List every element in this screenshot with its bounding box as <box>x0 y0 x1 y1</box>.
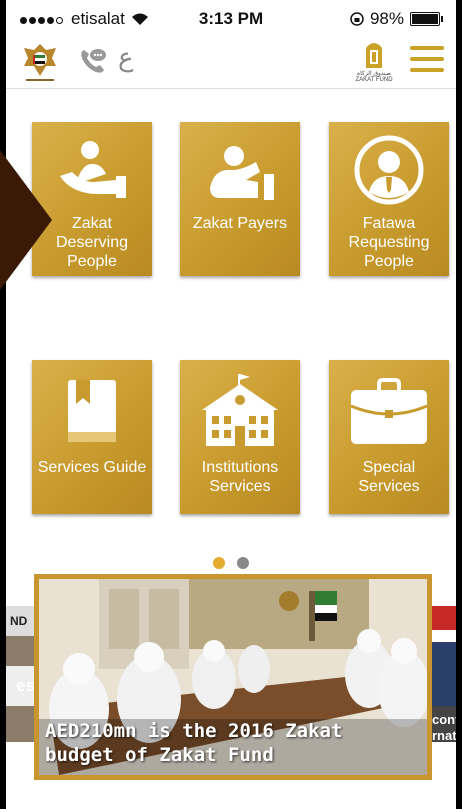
status-bar: etisalat 3:13 PM 98% <box>6 0 456 36</box>
logo-english-text: ZAKAT FUND <box>355 77 393 83</box>
zakat-fund-logo: صندوق الزكاة ZAKAT FUND <box>354 38 394 86</box>
giving-hand-icon <box>210 146 274 200</box>
logo-arabic-text: صندوق الزكاة <box>357 71 391 77</box>
tile-label: Zakat Payers <box>192 215 288 232</box>
school-building-icon <box>202 374 278 446</box>
tile-special-services[interactable]: Special Services <box>329 360 449 514</box>
battery-group: 98% <box>350 9 443 29</box>
tile-label: Fatawa Requesting People <box>348 215 430 270</box>
page-dot-active[interactable] <box>212 557 225 569</box>
news-next-text: cont rnat <box>432 712 456 742</box>
news-card-previous[interactable]: ND es <box>6 606 36 742</box>
person-avatar-icon <box>354 135 424 205</box>
page-indicator[interactable] <box>6 556 456 574</box>
zakat-fund-logo-icon <box>366 43 382 68</box>
news-card-featured[interactable]: AED210mn is the 2016 Zakat budget of Zak… <box>34 574 432 780</box>
page-dot[interactable] <box>237 557 250 569</box>
call-chat-icon[interactable] <box>78 46 108 76</box>
language-toggle-button[interactable]: ع <box>118 42 134 73</box>
tile-label: Zakat Deserving People <box>55 215 129 270</box>
menu-hamburger-icon[interactable] <box>410 46 444 74</box>
tile-fatawa-requesting-people[interactable]: Fatawa Requesting People <box>329 122 449 276</box>
tile-label: Institutions Services <box>201 459 279 495</box>
tile-services-guide[interactable]: Services Guide <box>32 360 152 514</box>
book-icon <box>68 380 116 442</box>
briefcase-icon <box>350 378 428 444</box>
tutorial-pointer-arrow-icon <box>0 150 52 290</box>
battery-icon <box>410 12 443 26</box>
rotation-lock-icon <box>350 12 364 26</box>
app-screen: etisalat 3:13 PM 98% ع صندوق الزكاة ZAKA… <box>6 0 456 809</box>
tile-label: Services Guide <box>37 459 147 476</box>
app-header: ع صندوق الزكاة ZAKAT FUND <box>6 36 456 89</box>
tile-zakat-payers[interactable]: Zakat Payers <box>180 122 300 276</box>
tile-label: Special Services <box>358 459 420 495</box>
news-previous-top-text: ND <box>10 614 28 628</box>
news-card-next[interactable]: cont rnat <box>430 606 456 742</box>
battery-percent: 98% <box>369 9 404 28</box>
uae-emblem-icon <box>24 44 56 81</box>
news-previous-text: es <box>16 676 35 695</box>
news-headline: AED210mn is the 2016 Zakat budget of Zak… <box>45 720 343 766</box>
tile-institutions-services[interactable]: Institutions Services <box>180 360 300 514</box>
